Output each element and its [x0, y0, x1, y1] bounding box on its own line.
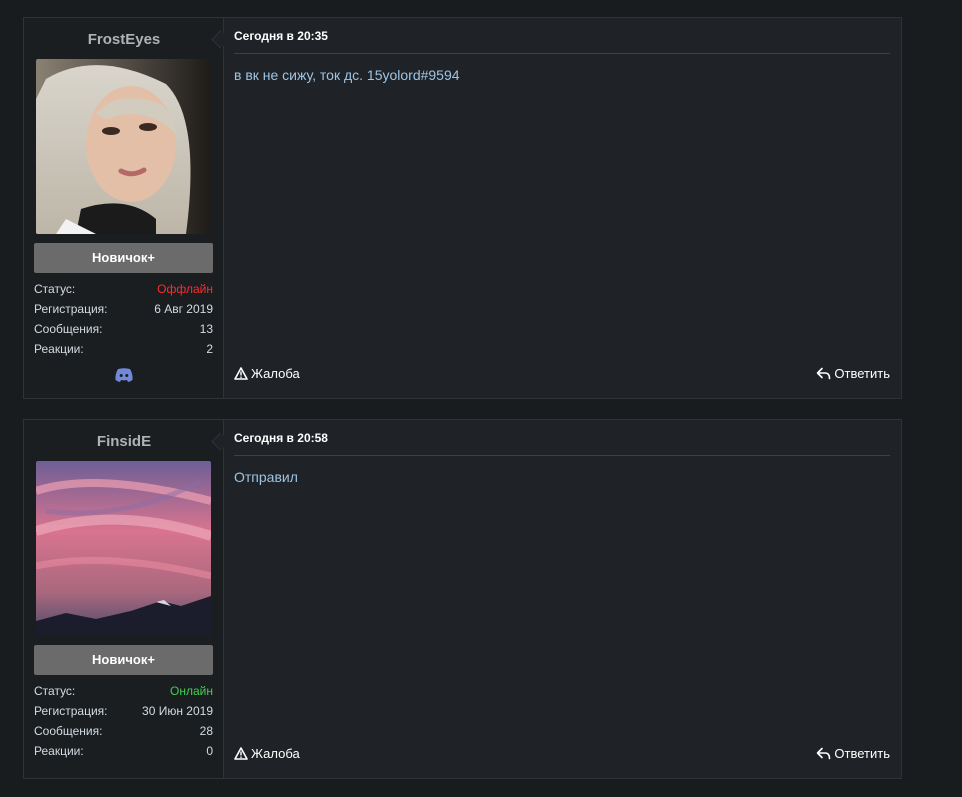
avatar[interactable]	[36, 461, 211, 636]
reply-label: Ответить	[834, 746, 890, 761]
message-panel: Сегодня в 20:35 в вк не сижу, ток дс. 15…	[224, 18, 901, 398]
stat-value-registration: 6 Авг 2019	[154, 302, 213, 316]
stat-value-status: Оффлайн	[157, 282, 213, 296]
username[interactable]: FinsidE	[24, 433, 224, 450]
stat-value-messages: 28	[199, 724, 213, 738]
stat-value-status: Онлайн	[170, 684, 213, 698]
avatar[interactable]	[36, 59, 211, 234]
stat-label: Сообщения:	[34, 322, 103, 336]
report-label: Жалоба	[251, 366, 300, 381]
stat-label: Реакции:	[34, 744, 84, 758]
stat-messages: Сообщения: 28	[34, 721, 213, 741]
reply-button[interactable]: Ответить	[816, 746, 890, 761]
stat-label: Регистрация:	[34, 704, 108, 718]
message-text: в вк не сижу, ток дс. 15yolord#9594	[234, 67, 460, 83]
user-rank-badge: Новичок+	[34, 243, 213, 273]
user-stats: Статус: Оффлайн Регистрация: 6 Авг 2019 …	[34, 279, 213, 359]
username[interactable]: FrostEyes	[24, 31, 224, 48]
warning-triangle-icon	[234, 747, 248, 760]
divider	[234, 455, 890, 456]
message-text: Отправил	[234, 469, 298, 485]
warning-triangle-icon	[234, 367, 248, 380]
user-info-panel: FrostEyes Новичок+ Статус: Оффлайн Регис…	[24, 18, 224, 398]
stat-label: Статус:	[34, 684, 76, 698]
stat-value-reactions: 0	[206, 744, 213, 758]
post-timestamp[interactable]: Сегодня в 20:58	[234, 431, 328, 445]
user-rank-badge: Новичок+	[34, 645, 213, 675]
reply-button[interactable]: Ответить	[816, 366, 890, 381]
avatar-image	[36, 59, 211, 234]
stat-status: Статус: Оффлайн	[34, 279, 213, 299]
user-info-panel: FinsidE Новичок+ Статус: Онлайн Регистра…	[24, 420, 224, 778]
stat-value-messages: 13	[199, 322, 213, 336]
post: FrostEyes Новичок+ Статус: Оффлайн Регис…	[23, 17, 902, 399]
stat-label: Регистрация:	[34, 302, 108, 316]
stat-registration: Регистрация: 6 Авг 2019	[34, 299, 213, 319]
divider	[234, 53, 890, 54]
stat-value-registration: 30 Июн 2019	[142, 704, 213, 718]
stat-value-reactions: 2	[206, 342, 213, 356]
report-button[interactable]: Жалоба	[234, 366, 300, 381]
stat-label: Сообщения:	[34, 724, 103, 738]
stat-label: Статус:	[34, 282, 76, 296]
reply-label: Ответить	[834, 366, 890, 381]
reply-arrow-icon	[817, 747, 831, 760]
post-timestamp[interactable]: Сегодня в 20:35	[234, 29, 328, 43]
stat-label: Реакции:	[34, 342, 84, 356]
stat-status: Статус: Онлайн	[34, 681, 213, 701]
post: FinsidE Новичок+ Статус: Онлайн Регистра…	[23, 419, 902, 779]
discord-icon[interactable]	[115, 368, 133, 382]
stat-reactions: Реакции: 0	[34, 741, 213, 761]
stat-reactions: Реакции: 2	[34, 339, 213, 359]
reply-arrow-icon	[817, 367, 831, 380]
report-button[interactable]: Жалоба	[234, 746, 300, 761]
message-panel: Сегодня в 20:58 Отправил Жалоба Ответить	[224, 420, 901, 778]
user-stats: Статус: Онлайн Регистрация: 30 Июн 2019 …	[34, 681, 213, 761]
stat-messages: Сообщения: 13	[34, 319, 213, 339]
report-label: Жалоба	[251, 746, 300, 761]
stat-registration: Регистрация: 30 Июн 2019	[34, 701, 213, 721]
avatar-image	[36, 461, 211, 636]
